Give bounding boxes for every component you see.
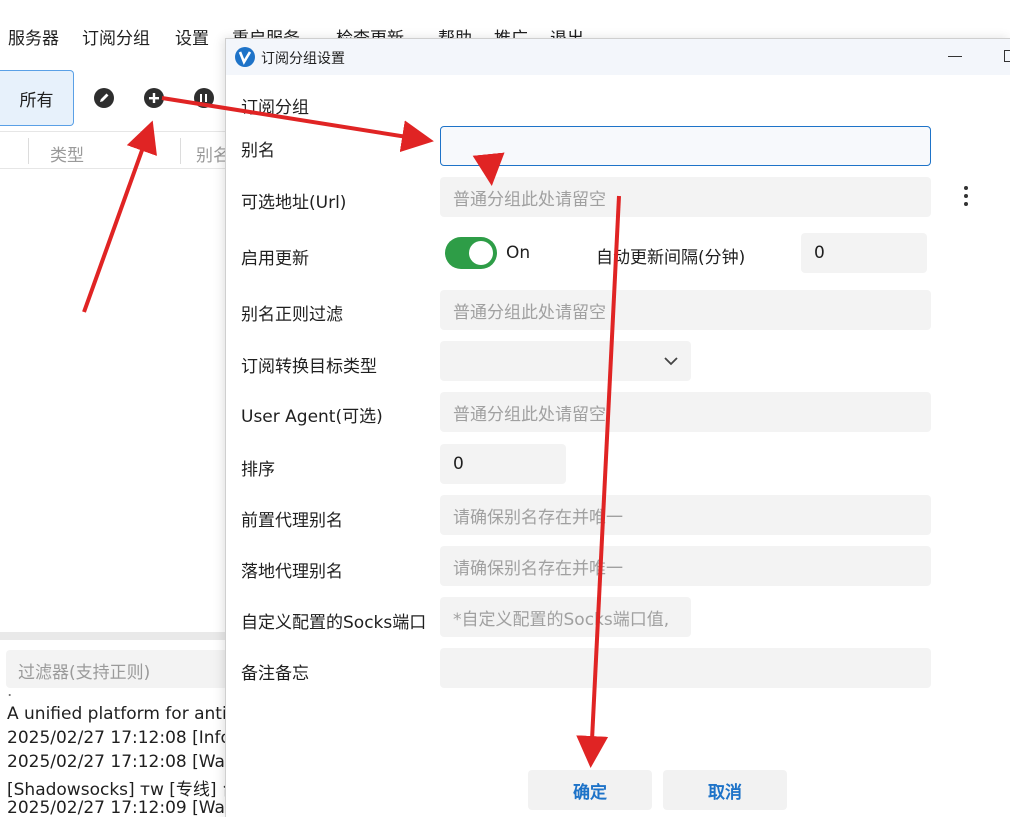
enable-update-label: 启用更新 [241, 249, 309, 269]
log-line: A unified platform for anti [7, 704, 226, 724]
memo-input[interactable] [440, 648, 931, 688]
dialog-titlebar[interactable]: 订阅分组设置 [226, 39, 1010, 75]
prev-proxy-placeholder: 请确保别名存在并唯一 [453, 507, 623, 528]
dialog-title: 订阅分组设置 [261, 51, 345, 67]
maximize-icon[interactable] [1004, 50, 1010, 62]
socks-port-placeholder: *自定义配置的Socks端口值, [453, 609, 670, 630]
column-separator [28, 138, 29, 164]
plus-circle-icon[interactable] [144, 88, 164, 108]
next-proxy-placeholder: 请确保别名存在并唯一 [453, 558, 623, 579]
convert-target-label: 订阅转换目标类型 [241, 357, 377, 377]
url-placeholder: 普通分组此处请留空 [453, 189, 606, 210]
minimize-icon[interactable] [948, 56, 962, 57]
log-line: [Shadowsocks] ᴛᴡ [专线] 台 [7, 780, 226, 800]
server-list[interactable] [0, 170, 230, 632]
sort-input[interactable]: 0 [440, 444, 566, 484]
tab-all[interactable]: 所有 [0, 70, 74, 126]
column-type[interactable]: 类型 [50, 141, 84, 166]
prev-proxy-label: 前置代理别名 [241, 511, 343, 531]
url-label: 可选地址(Url) [241, 193, 347, 213]
next-proxy-label: 落地代理别名 [241, 562, 343, 582]
group-toolbar: 所有 [0, 70, 230, 128]
auto-interval-label: 自动更新间隔(分钟) [596, 248, 746, 268]
log-line: 2025/02/27 17:12:08 [War [7, 752, 226, 772]
log-line: 2025/02/27 17:12:09 [War [7, 798, 226, 817]
enable-update-toggle[interactable] [445, 237, 497, 269]
section-title: 订阅分组 [241, 98, 309, 118]
user-agent-input[interactable]: 普通分组此处请留空 [440, 392, 931, 432]
menu-subscription-group[interactable]: 订阅分组 [82, 24, 150, 49]
alias-regex-input[interactable]: 普通分组此处请留空 [440, 290, 931, 330]
socks-port-label: 自定义配置的Socks端口 [241, 613, 427, 633]
log-filter-input[interactable]: 过滤器(支持正则) [6, 650, 228, 688]
menu-servers[interactable]: 服务器 [8, 24, 59, 49]
alias-label: 别名 [241, 141, 275, 161]
subscription-group-dialog: 订阅分组设置 订阅分组 别名 可选地址(Url) 普通分组此处请留空 启用更新 … [225, 38, 1010, 817]
column-separator [180, 138, 181, 164]
prev-proxy-input[interactable]: 请确保别名存在并唯一 [440, 495, 931, 535]
grid-icon[interactable] [194, 88, 214, 108]
user-agent-label: User Agent(可选) [241, 407, 383, 427]
enable-update-state: On [506, 243, 531, 263]
alias-regex-label: 别名正则过滤 [241, 305, 343, 325]
memo-label: 备注备忘 [241, 664, 309, 684]
log-line: 2025/02/27 17:12:08 [Info] [7, 728, 226, 748]
next-proxy-input[interactable]: 请确保别名存在并唯一 [440, 546, 931, 586]
server-list-header: 类型 别名 [0, 131, 230, 169]
more-vertical-icon[interactable] [962, 185, 970, 209]
chevron-down-icon [664, 357, 678, 366]
pencil-icon[interactable] [94, 88, 114, 108]
convert-target-select[interactable] [440, 341, 691, 381]
alias-input[interactable] [440, 126, 931, 166]
v-logo-icon [235, 47, 255, 67]
url-input[interactable]: 普通分组此处请留空 [440, 177, 931, 217]
menu-settings[interactable]: 设置 [175, 24, 209, 49]
log-panel: · A unified platform for anti 2025/02/27… [0, 694, 226, 817]
toggle-knob [469, 241, 493, 265]
ok-button[interactable]: 确定 [528, 770, 652, 810]
auto-interval-input[interactable]: 0 [801, 233, 927, 273]
cancel-button[interactable]: 取消 [663, 770, 787, 810]
socks-port-input[interactable]: *自定义配置的Socks端口值, [440, 597, 691, 637]
alias-regex-placeholder: 普通分组此处请留空 [453, 302, 606, 323]
sort-label: 排序 [241, 460, 275, 480]
panel-splitter[interactable] [0, 632, 230, 640]
user-agent-placeholder: 普通分组此处请留空 [453, 404, 606, 425]
